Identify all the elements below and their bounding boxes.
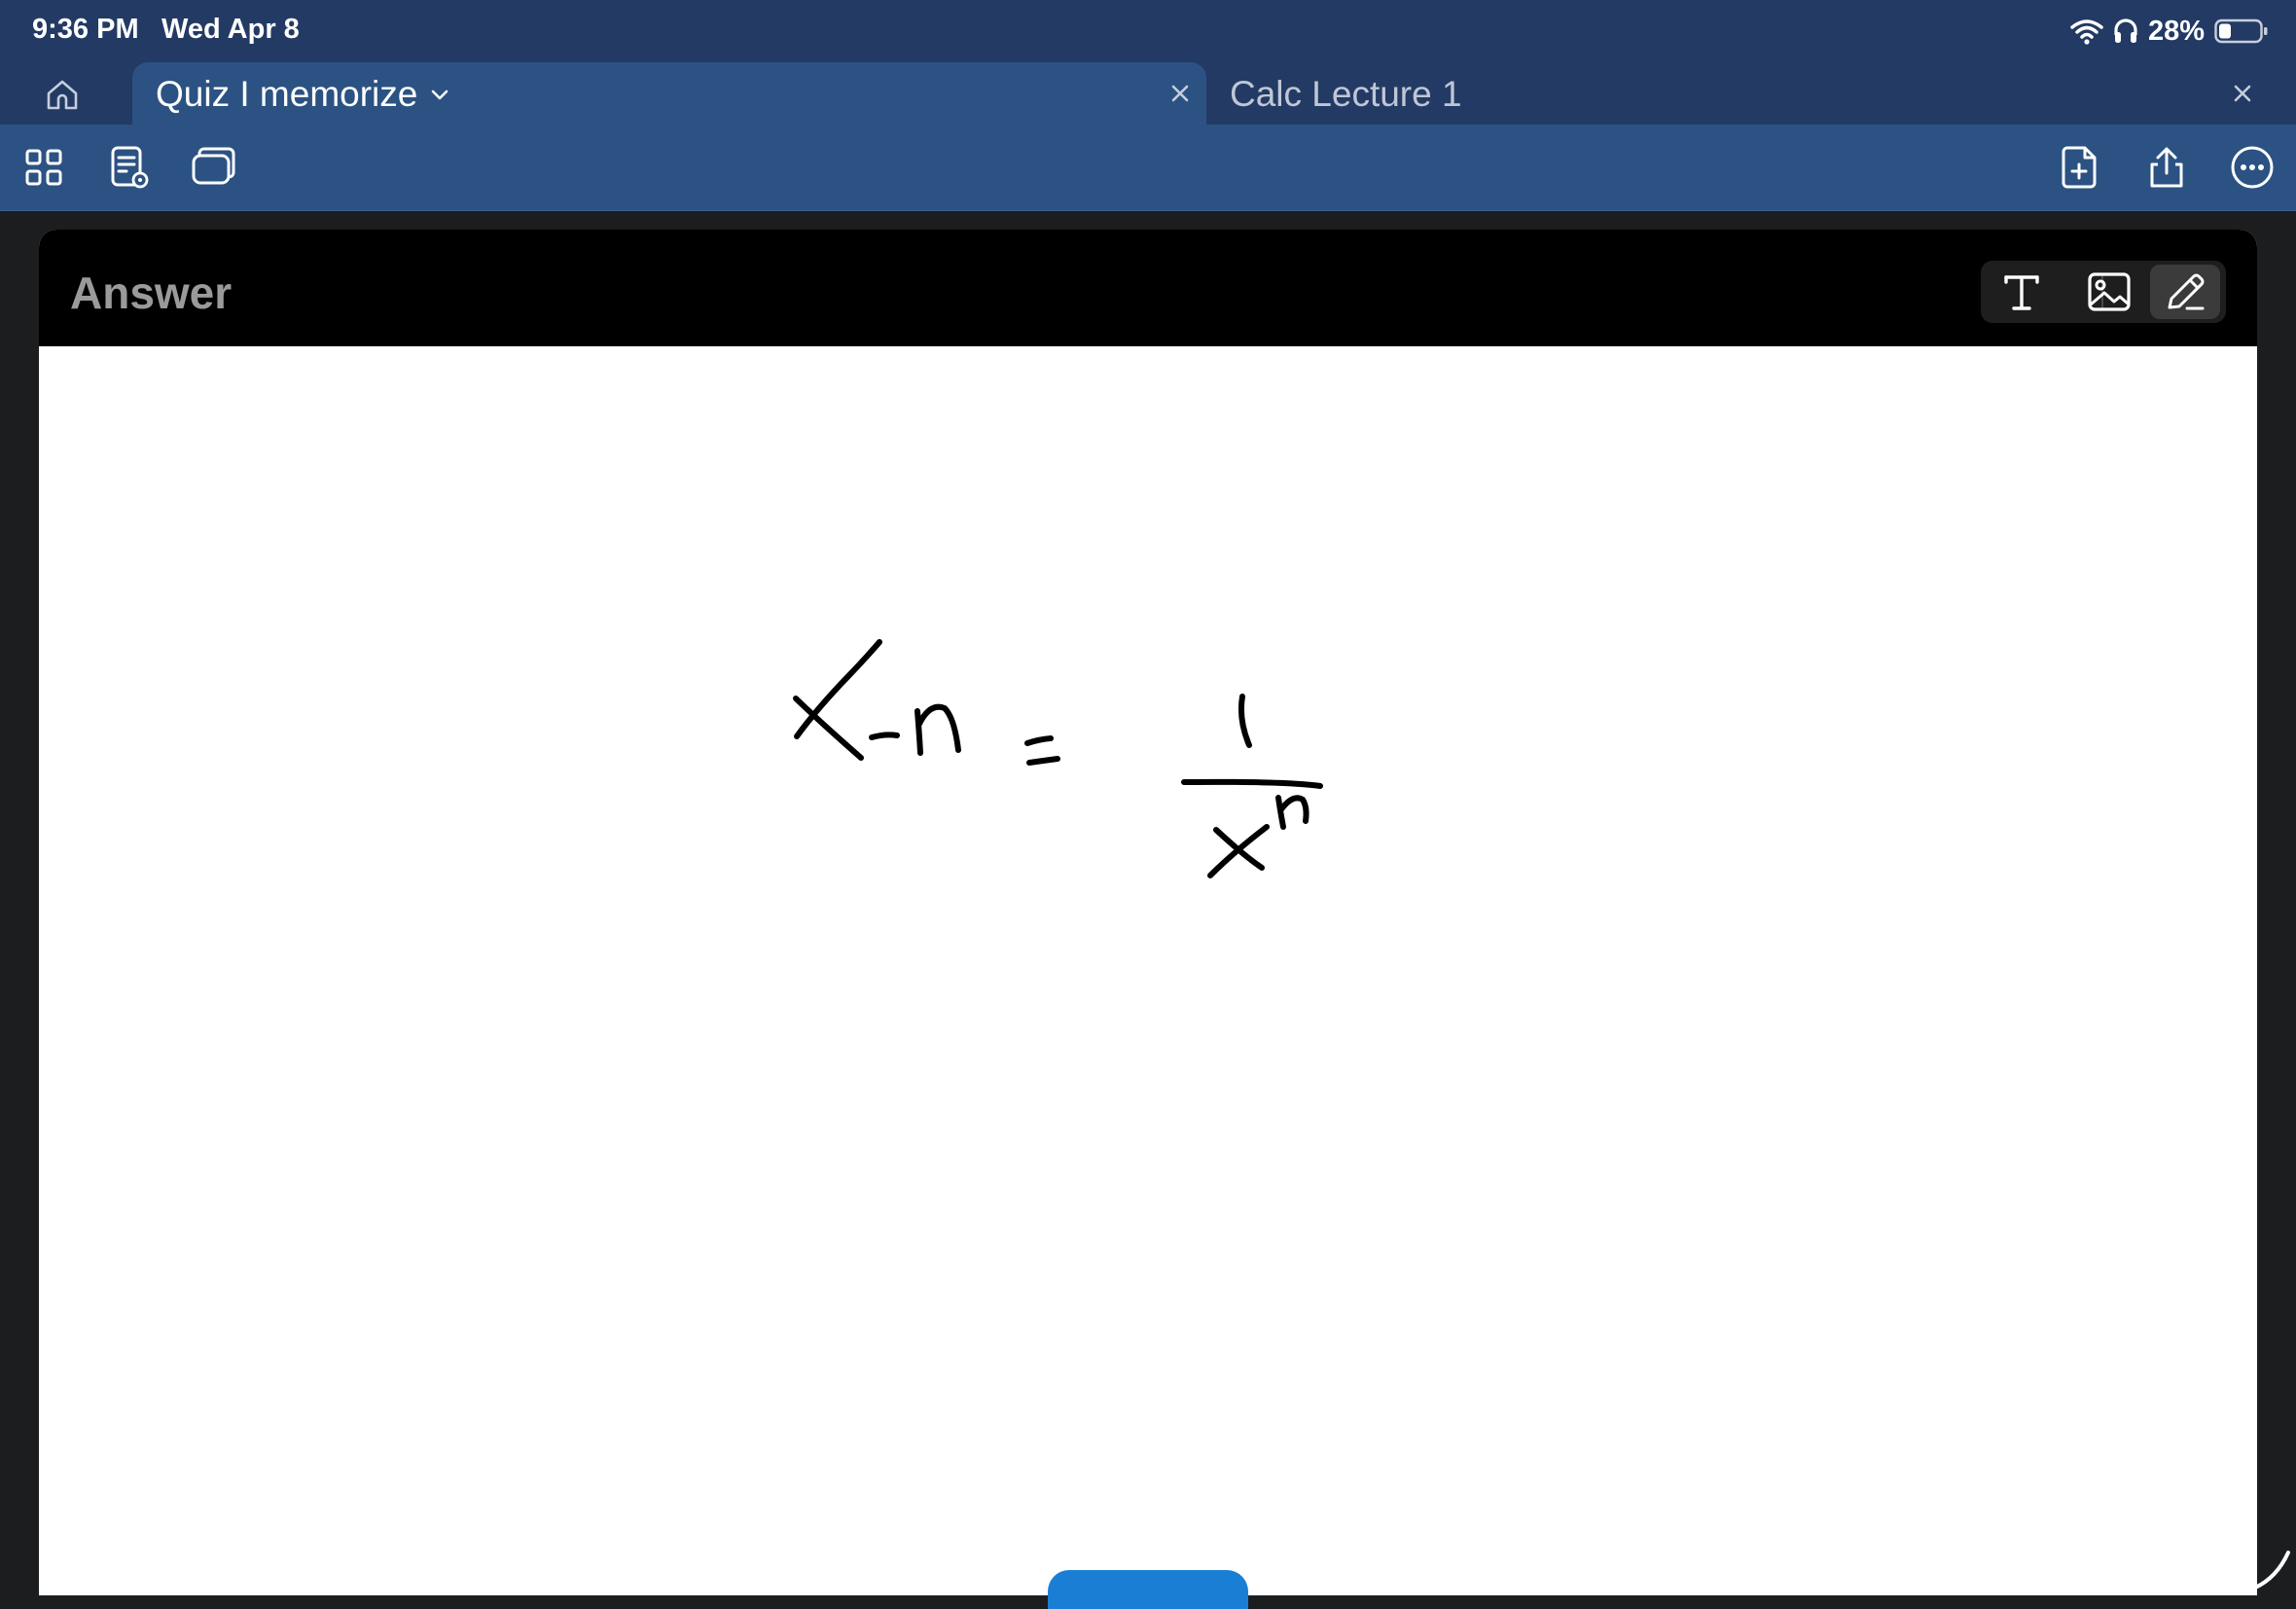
tab-quiz[interactable]: Quiz I memorize [132,62,1206,125]
status-indicators: 28% [2070,12,2269,51]
input-mode-switcher [1981,261,2226,323]
image-mode-button[interactable] [2072,265,2142,319]
home-icon[interactable] [43,75,82,114]
drawing-handle-icon[interactable] [2247,1537,2296,1595]
tab-strip: Quiz I memorize Calc Lecture 1 [0,62,2296,125]
headphones-icon [2114,18,2137,43]
pen-mode-button[interactable] [2150,265,2220,319]
tab-calc-lecture[interactable]: Calc Lecture 1 [1230,74,1462,115]
tab-quiz-label: Quiz I memorize [156,74,418,114]
toolbar [0,125,2296,211]
copy-cards-icon[interactable] [189,143,237,192]
close-icon[interactable] [1167,81,1193,106]
status-bar: 9:36 PM Wed Apr 8 28% [0,0,2296,62]
text-mode-button[interactable] [1987,265,2057,319]
card-title: Answer [70,268,233,318]
text-mode-icon [2004,275,2039,310]
chevron-down-icon[interactable] [428,84,451,107]
add-page-icon[interactable] [2057,143,2105,192]
drawing-canvas[interactable] [39,346,2257,1595]
card-header: Answer [39,230,2257,346]
wifi-icon [2070,19,2103,45]
more-icon[interactable] [2228,143,2277,192]
pen-mode-icon [2168,273,2205,310]
handwritten-ink [793,639,1323,878]
page-preview-icon[interactable] [105,143,154,192]
share-icon[interactable] [2142,143,2191,192]
bottom-action-button[interactable] [1048,1570,1248,1609]
battery-icon [2214,18,2268,44]
image-mode-icon [2088,272,2131,311]
status-date: Wed Apr 8 [161,14,300,45]
answer-card: Answer [39,230,2257,1595]
grid-icon[interactable] [19,143,68,192]
battery-percent: 28% [2147,15,2205,47]
status-time: 9:36 PM [32,14,139,45]
close-icon[interactable] [2230,81,2255,106]
